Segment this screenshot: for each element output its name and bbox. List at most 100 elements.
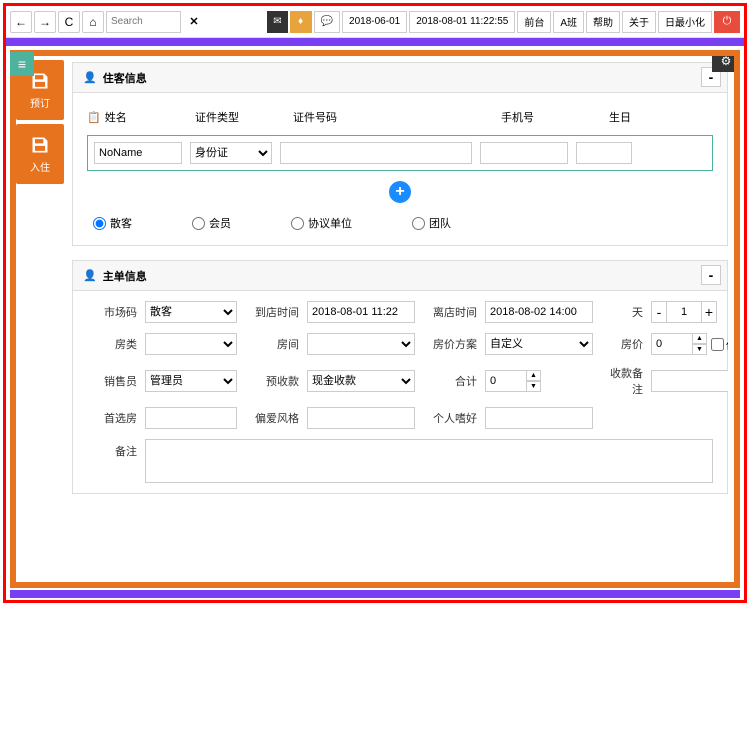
user-icon: 👤	[83, 269, 97, 282]
days-plus-button[interactable]: +	[701, 301, 717, 323]
date2-label: 2018-08-01 11:22:55	[409, 11, 515, 33]
label-price: 房价	[601, 336, 643, 352]
label-roomtype: 房类	[87, 336, 137, 352]
col-phone: 手机号	[501, 109, 601, 125]
order-info-panel: 👤 主单信息 - 市场码 散客 到店时间 离店时间 天 -	[72, 260, 728, 494]
hobby-input[interactable]	[485, 407, 593, 429]
label-prefroom: 首选房	[87, 410, 137, 426]
price-up[interactable]: ▲	[693, 333, 707, 344]
days-spinner: - +	[651, 301, 728, 323]
forward-button[interactable]: →	[34, 11, 56, 33]
remark-textarea[interactable]	[145, 439, 713, 483]
guest-panel-header: 👤 住客信息 -	[73, 63, 727, 93]
label-seller: 销售员	[87, 373, 137, 389]
payremark-input[interactable]	[651, 370, 728, 392]
prefroom-input[interactable]	[145, 407, 237, 429]
reserve-label: 预订	[30, 95, 50, 110]
guest-row: 身份证	[87, 135, 713, 171]
refresh-button[interactable]: C	[58, 11, 80, 33]
notify-button[interactable]: ♦	[290, 11, 312, 33]
seller-select[interactable]: 管理员	[145, 370, 237, 392]
total-numbox: ▲▼	[485, 370, 593, 392]
guest-type-radios: 散客 会员 协议单位 团队	[87, 209, 713, 235]
guest-columns-header: 📋 姓名 证件类型 证件号码 手机号 生日	[87, 103, 713, 135]
guest-name-input[interactable]	[94, 142, 182, 164]
accent-bar	[6, 38, 744, 46]
date1-label: 2018-06-01	[342, 11, 407, 33]
back-button[interactable]: ←	[10, 11, 32, 33]
label-hobby: 个人嗜好	[423, 410, 477, 426]
clear-search-button[interactable]: ✕	[183, 11, 205, 33]
settings-gear-icon[interactable]: ⚙	[712, 50, 740, 72]
label-payremark: 收款备注	[601, 365, 643, 397]
guest-birthday-input[interactable]	[576, 142, 632, 164]
guest-idtype-select[interactable]: 身份证	[190, 142, 272, 164]
save-icon	[30, 135, 50, 155]
minimize-button[interactable]: 日最小化	[658, 11, 712, 33]
help-button[interactable]: 帮助	[586, 11, 620, 33]
priceplan-select[interactable]: 自定义	[485, 333, 593, 355]
guest-info-panel: 👤 住客信息 - 📋 姓名 证件类型 证件号码 手机号 生日 身份证	[72, 62, 728, 246]
guest-phone-input[interactable]	[480, 142, 568, 164]
top-toolbar: ← → C ⌂ ✕ ✉ ♦ 💬 2018-06-01 2018-08-01 11…	[6, 6, 744, 38]
user-icon: 👤	[83, 71, 97, 84]
mail-button[interactable]: ✉	[267, 11, 287, 33]
roomtype-select[interactable]	[145, 333, 237, 355]
about-button[interactable]: 关于	[622, 11, 656, 33]
radio-agreement[interactable]: 协议单位	[291, 215, 352, 231]
style-input[interactable]	[307, 407, 415, 429]
guest-idno-input[interactable]	[280, 142, 472, 164]
radio-member[interactable]: 会员	[192, 215, 231, 231]
menu-toggle-button[interactable]: ≡	[10, 52, 34, 76]
total-input[interactable]	[485, 370, 527, 392]
label-prepay: 预收款	[245, 373, 299, 389]
remarks-row: 备注	[87, 429, 713, 483]
col-idtype: 证件类型	[195, 109, 285, 125]
label-days: 天	[601, 304, 643, 320]
total-up[interactable]: ▲	[527, 370, 541, 381]
main-content: 👤 住客信息 - 📋 姓名 证件类型 证件号码 手机号 生日 身份证	[72, 62, 728, 576]
room-select[interactable]	[307, 333, 415, 355]
price-numbox: ▲▼	[651, 333, 707, 355]
checkin-button[interactable]: 入住	[16, 124, 64, 184]
col-name: 📋 姓名	[87, 109, 187, 125]
order-panel-title: 主单信息	[103, 268, 147, 284]
power-button[interactable]: ⏻	[714, 11, 740, 33]
order-form-row2: 房类 房间 房价方案 自定义 房价 ▲▼ 保密	[87, 333, 713, 355]
col-birthday: 生日	[609, 109, 669, 125]
front-desk-button[interactable]: 前台	[517, 11, 551, 33]
days-minus-button[interactable]: -	[651, 301, 667, 323]
label-remark: 备注	[87, 439, 137, 459]
secret-checkbox[interactable]: 保密	[711, 337, 728, 352]
bottom-accent-bar	[10, 590, 740, 598]
market-select[interactable]: 散客	[145, 301, 237, 323]
order-panel-header: 👤 主单信息 -	[73, 261, 727, 291]
label-arrive: 到店时间	[245, 304, 299, 320]
prepay-select[interactable]: 现金收款	[307, 370, 415, 392]
price-input[interactable]	[651, 333, 693, 355]
label-priceplan: 房价方案	[423, 336, 477, 352]
radio-group[interactable]: 团队	[412, 215, 451, 231]
search-input[interactable]	[106, 11, 181, 33]
shift-button[interactable]: A班	[553, 11, 584, 33]
order-form-row3: 销售员 管理员 预收款 现金收款 合计 ▲▼ 收款备注	[87, 365, 713, 397]
add-guest-button[interactable]: +	[389, 181, 411, 203]
leave-input[interactable]	[485, 301, 593, 323]
checkin-label: 入住	[30, 159, 50, 174]
collapse-button[interactable]: -	[701, 265, 721, 285]
price-down[interactable]: ▼	[693, 344, 707, 355]
arrive-input[interactable]	[307, 301, 415, 323]
label-total: 合计	[423, 373, 477, 389]
label-market: 市场码	[87, 304, 137, 320]
order-form-row1: 市场码 散客 到店时间 离店时间 天 - +	[87, 301, 713, 323]
chat-icon[interactable]: 💬	[314, 11, 340, 33]
col-idno: 证件号码	[293, 109, 493, 125]
content-frame: ⚙ 预订 入住 👤 住客信息 - 📋 姓名	[10, 50, 740, 588]
radio-guest[interactable]: 散客	[93, 215, 132, 231]
home-button[interactable]: ⌂	[82, 11, 104, 33]
order-form-row4: 首选房 偏爱风格 个人嗜好	[87, 407, 713, 429]
days-input[interactable]	[667, 301, 701, 323]
guest-panel-title: 住客信息	[103, 70, 147, 86]
total-down[interactable]: ▼	[527, 381, 541, 392]
label-room: 房间	[245, 336, 299, 352]
